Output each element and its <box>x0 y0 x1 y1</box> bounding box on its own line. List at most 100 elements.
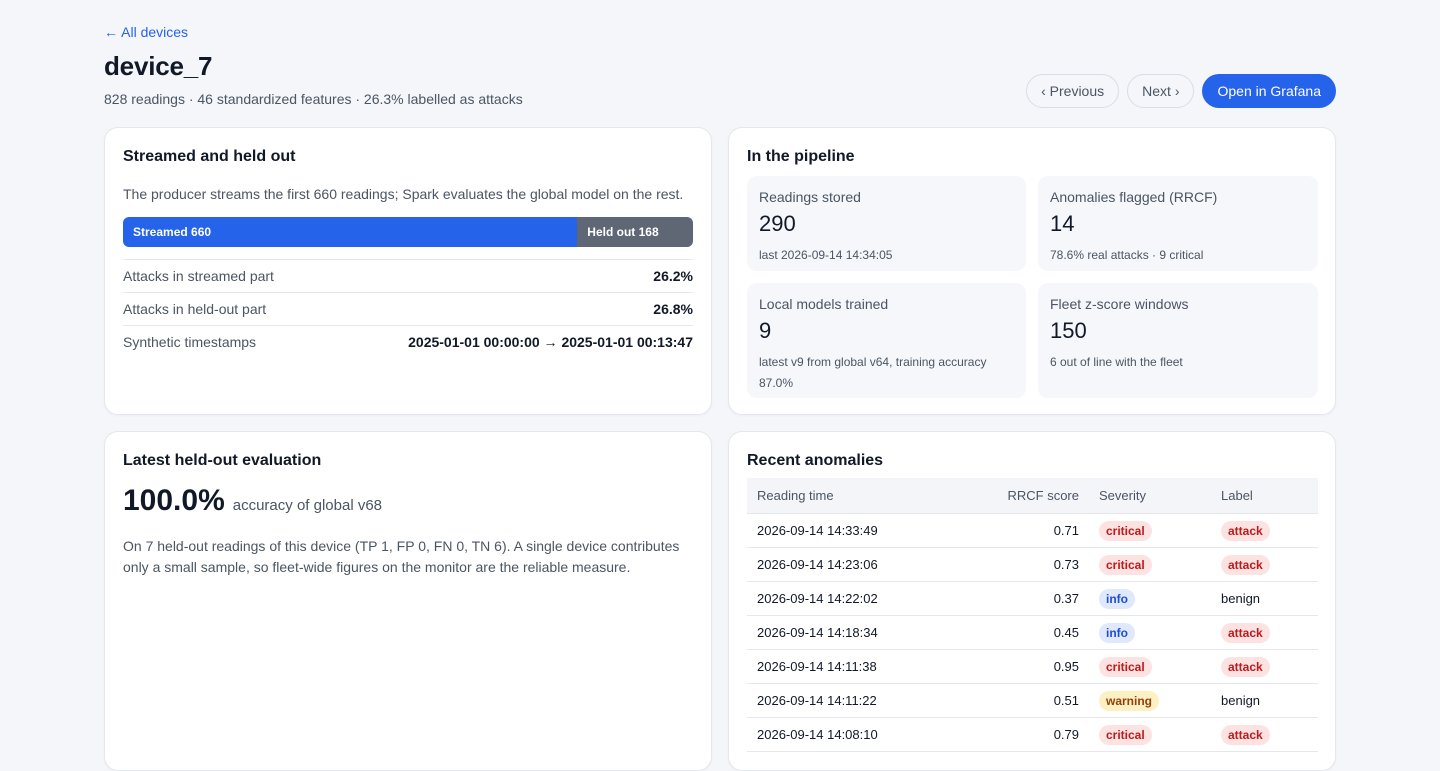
label-badge: attack <box>1221 622 1270 643</box>
table-row: 2026-09-14 14:18:34 0.45 info attack <box>747 615 1318 650</box>
card-title: In the pipeline <box>747 148 855 165</box>
pipeline-card: In the pipeline Readings stored 290 last… <box>728 127 1336 415</box>
card-title: Streamed and held out <box>123 148 296 165</box>
severity-cell: critical <box>1089 513 1211 548</box>
severity-cell: critical <box>1089 547 1211 582</box>
streamed-segment: Streamed 660 <box>123 217 578 247</box>
tile-note: latest v9 from global v64, training accu… <box>759 355 987 390</box>
label-cell: attack <box>1211 513 1318 548</box>
tile-value: 9 <box>759 318 772 343</box>
reading-time-cell: 2026-09-14 14:33:49 <box>747 513 947 548</box>
label-badge: attack <box>1221 656 1270 677</box>
card-title: Recent anomalies <box>747 452 884 469</box>
tile-value: 14 <box>1050 211 1075 236</box>
accuracy-metric: 100.0% accuracy of global v68 <box>123 484 382 518</box>
severity-cell: info <box>1089 615 1211 650</box>
readings-stored-tile: Readings stored 290 last 2026-09-14 14:3… <box>747 176 1026 271</box>
stat-value: 26.2% <box>653 268 693 284</box>
label-cell: attack <box>1211 547 1318 582</box>
rrcf-score-cell: 0.37 <box>947 581 1089 616</box>
table-row: 2026-09-14 14:22:02 0.37 info benign <box>747 581 1318 616</box>
table-row: 2026-09-14 14:11:22 0.51 warning benign <box>747 683 1318 718</box>
stat-row: Attacks in held-out part 26.8% <box>123 292 693 325</box>
reading-time-cell: 2026-09-14 14:11:22 <box>747 683 947 718</box>
tile-note: 78.6% real attacks · 9 critical <box>1050 248 1204 262</box>
severity-badge: critical <box>1099 520 1152 541</box>
rrcf-score-cell: 0.79 <box>947 717 1089 752</box>
fleet-zscore-tile: Fleet z-score windows 150 6 out of line … <box>1038 283 1318 398</box>
severity-badge: warning <box>1099 690 1160 711</box>
accuracy-value: 100.0% <box>123 484 225 517</box>
severity-cell: info <box>1089 581 1211 616</box>
tile-note: last 2026-09-14 14:34:05 <box>759 248 893 262</box>
stat-row: Synthetic timestamps 2025-01-01 00:00:00… <box>123 325 693 358</box>
table-row: 2026-09-14 14:23:06 0.73 critical attack <box>747 547 1318 582</box>
accuracy-caption: accuracy of global v68 <box>232 497 383 514</box>
tile-value: 150 <box>1050 318 1087 343</box>
label-cell: benign <box>1211 581 1318 616</box>
severity-cell: warning <box>1089 683 1211 718</box>
local-models-tile: Local models trained 9 latest v9 from gl… <box>747 283 1026 398</box>
severity-badge: critical <box>1099 656 1152 677</box>
table-header-row: Reading time RRCF score Severity Label <box>747 478 1318 514</box>
label-badge: attack <box>1221 520 1270 541</box>
page-title: device_7 <box>104 51 213 81</box>
label-cell: attack <box>1211 649 1318 684</box>
tile-label: Readings stored <box>759 189 861 205</box>
rrcf-score-cell: 0.71 <box>947 513 1089 548</box>
tile-label: Local models trained <box>759 296 889 312</box>
stat-label: Synthetic timestamps <box>123 334 257 350</box>
stat-label: Attacks in held-out part <box>123 301 267 317</box>
header-actions: ‹ Previous Next › Open in Grafana <box>1026 74 1336 108</box>
anomalies-flagged-tile: Anomalies flagged (RRCF) 14 78.6% real a… <box>1038 176 1318 271</box>
stream-split-card: Streamed and held out The producer strea… <box>104 127 712 415</box>
tile-label: Fleet z-score windows <box>1050 296 1189 312</box>
tile-value: 290 <box>759 211 796 236</box>
severity-badge: info <box>1099 588 1135 609</box>
table-row: 2026-09-14 14:08:10 0.79 critical attack <box>747 717 1318 752</box>
severity-badge: critical <box>1099 554 1152 575</box>
table-row: 2026-09-14 14:33:49 0.71 critical attack <box>747 513 1318 548</box>
card-title: Latest held-out evaluation <box>123 452 322 469</box>
rrcf-score-cell: 0.73 <box>947 547 1089 582</box>
column-header-label: Label <box>1211 478 1318 514</box>
reading-time-cell: 2026-09-14 14:11:38 <box>747 649 947 684</box>
anomalies-table-body: 2026-09-14 14:33:49 0.71 critical attack 202… <box>747 513 1318 752</box>
severity-badge: critical <box>1099 724 1152 745</box>
label-badge: benign <box>1221 591 1261 606</box>
recent-anomalies-card: Recent anomalies Reading time RRCF score… <box>728 431 1336 771</box>
stat-value: 2025-01-01 00:00:00 → 2025-01-01 00:13:4… <box>408 334 693 350</box>
rrcf-score-cell: 0.45 <box>947 615 1089 650</box>
held-out-segment: Held out 168 <box>577 217 693 247</box>
label-badge: benign <box>1221 693 1261 708</box>
open-grafana-button[interactable]: Open in Grafana <box>1202 74 1336 108</box>
tile-note: 6 out of line with the fleet <box>1050 355 1183 369</box>
all-devices-link[interactable]: ← All devices <box>104 24 188 40</box>
anomalies-table: Reading time RRCF score Severity Label 2… <box>747 478 1318 752</box>
label-badge: attack <box>1221 724 1270 745</box>
stat-label: Attacks in streamed part <box>123 268 274 284</box>
rrcf-score-cell: 0.95 <box>947 649 1089 684</box>
evaluation-card: Latest held-out evaluation 100.0% accura… <box>104 431 712 771</box>
reading-time-cell: 2026-09-14 14:18:34 <box>747 615 947 650</box>
table-row: 2026-09-14 14:11:38 0.95 critical attack <box>747 649 1318 684</box>
evaluation-description: On 7 held-out readings of this device (T… <box>123 538 680 575</box>
column-header-reading-time: Reading time <box>747 478 947 514</box>
severity-badge: info <box>1099 622 1135 643</box>
label-cell: benign <box>1211 683 1318 718</box>
stat-row: Attacks in streamed part 26.2% <box>123 259 693 292</box>
reading-time-cell: 2026-09-14 14:08:10 <box>747 717 947 752</box>
reading-time-cell: 2026-09-14 14:22:02 <box>747 581 947 616</box>
label-cell: attack <box>1211 615 1318 650</box>
device-summary: 828 readings · 46 standardized features … <box>104 91 523 107</box>
stat-value: 26.8% <box>653 301 693 317</box>
tile-label: Anomalies flagged (RRCF) <box>1050 189 1218 205</box>
previous-device-button[interactable]: ‹ Previous <box>1026 74 1120 108</box>
column-header-rrcf-score: RRCF score <box>947 478 1089 514</box>
stream-split-bar: Streamed 660 Held out 168 <box>123 217 693 247</box>
label-badge: attack <box>1221 554 1270 575</box>
column-header-severity: Severity <box>1089 478 1211 514</box>
rrcf-score-cell: 0.51 <box>947 683 1089 718</box>
reading-time-cell: 2026-09-14 14:23:06 <box>747 547 947 582</box>
next-device-button[interactable]: Next › <box>1127 74 1195 108</box>
